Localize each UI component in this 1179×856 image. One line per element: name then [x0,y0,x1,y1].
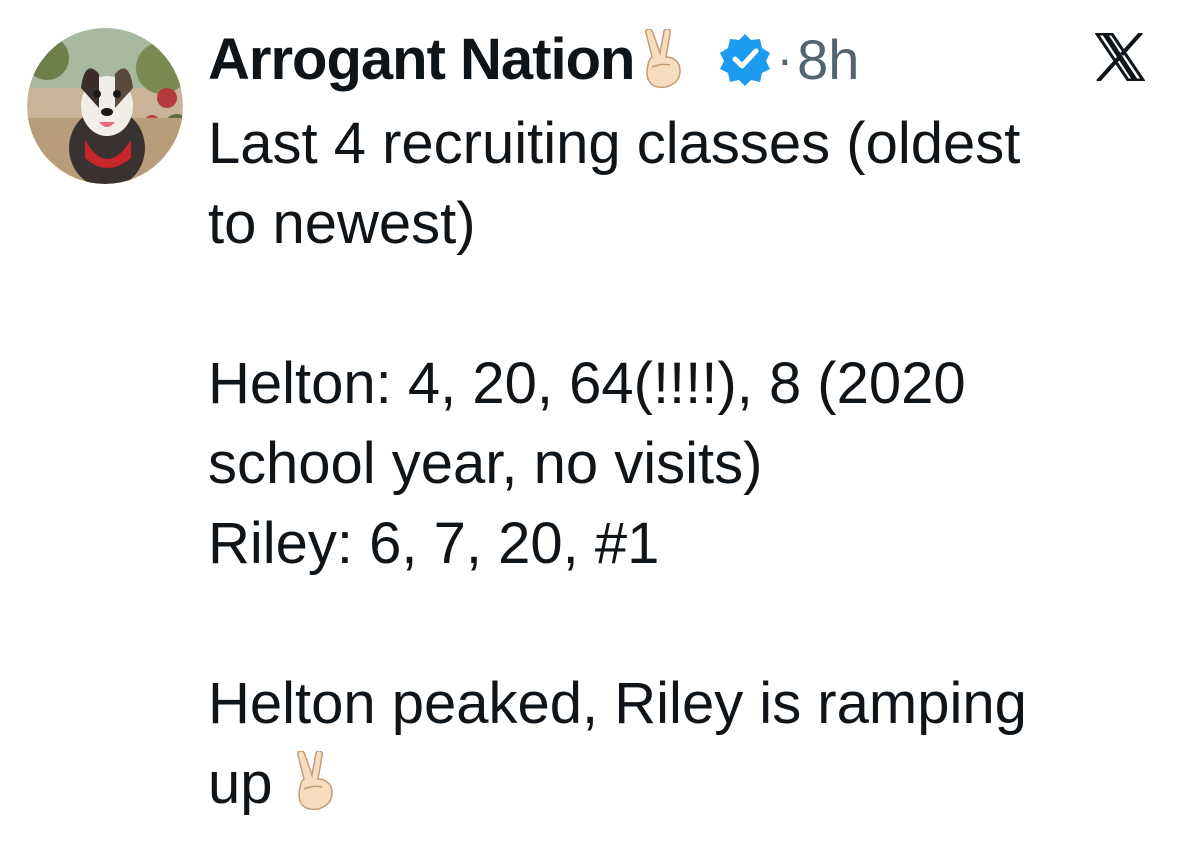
avatar-dog-image [27,28,183,184]
verified-badge-icon [718,32,772,86]
victory-hand-emoji-icon [289,750,341,811]
victory-hand-emoji-icon [638,28,688,89]
tweet-text: Last 4 recruiting classes (oldest to new… [208,104,1128,824]
tweet-card: Arrogant Nation · 8h Last 4 recruiting c… [0,0,1179,856]
tweet-line: Last 4 recruiting classes (oldest [208,111,1021,176]
tweet-line: school year, no visits) [208,431,763,496]
x-logo-icon[interactable] [1094,31,1146,83]
tweet-line: Helton peaked, Riley is ramping [208,671,1027,736]
tweet-line: to newest) [208,191,476,256]
tweet-last-line: up [208,744,1128,824]
tweet-header: Arrogant Nation · 8h [208,24,859,94]
avatar[interactable] [27,28,183,184]
display-name[interactable]: Arrogant Nation [208,26,635,93]
timestamp[interactable]: 8h [797,27,859,92]
tweet-line: up [208,751,273,816]
tweet-line: Riley: 6, 7, 20, #1 [208,511,660,576]
separator-dot: · [776,31,794,87]
tweet-line: Helton: 4, 20, 64(!!!!), 8 (2020 [208,351,966,416]
